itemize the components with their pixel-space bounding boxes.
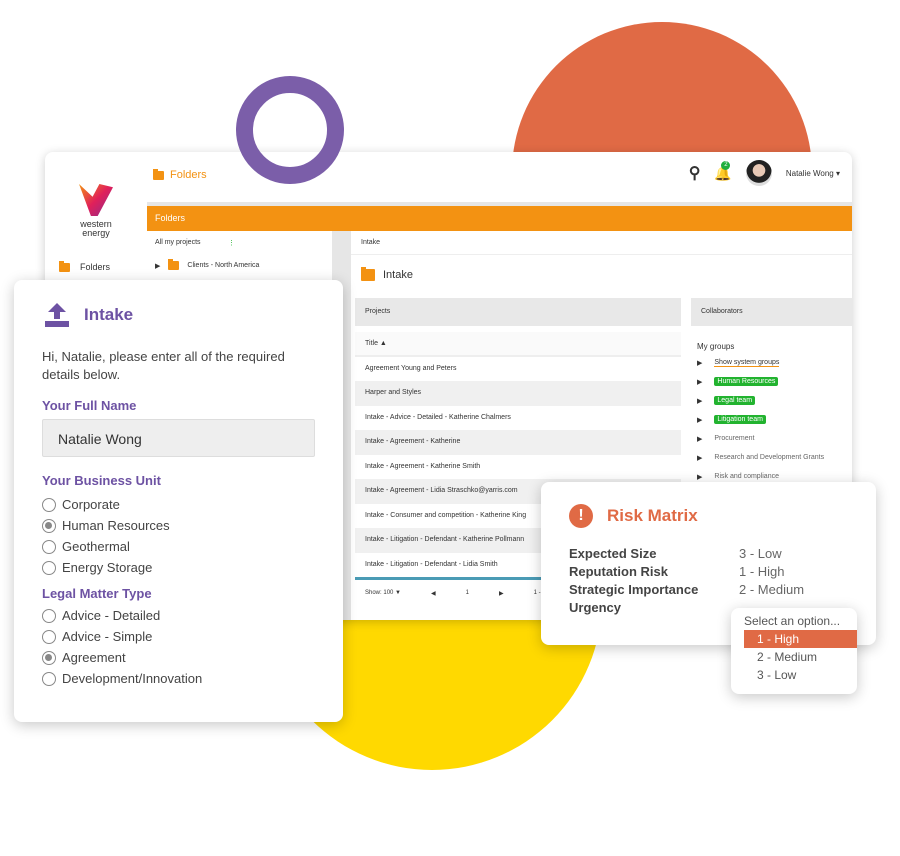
dropdown-option[interactable]: 1 - High	[744, 630, 857, 648]
radio-button[interactable]	[42, 650, 56, 665]
group-item[interactable]: ▶ Procurement	[697, 429, 852, 448]
intake-form-card: Intake Hi, Natalie, please enter all of …	[14, 280, 343, 722]
table-row[interactable]: Agreement Young and Peters	[355, 357, 681, 382]
risk-row: Strategic Importance 2 - Medium	[569, 582, 848, 600]
prev-page-button[interactable]: ◀	[431, 590, 436, 597]
radio-option[interactable]: Corporate	[42, 494, 315, 515]
expand-arrow-icon[interactable]: ▶	[697, 416, 702, 424]
group-item[interactable]: ▶ Legal team	[697, 391, 852, 410]
intake-title: Intake	[84, 305, 134, 324]
show-system-groups[interactable]: ▶ Show system groups	[697, 353, 852, 372]
group-label: Legal team	[714, 396, 756, 405]
collaborators-panel: Collaborators My groups ▶ Show system gro…	[691, 298, 852, 488]
group-label: Litigation team	[714, 415, 766, 424]
expand-arrow-icon[interactable]: ▶	[697, 435, 702, 443]
tree-title[interactable]: All my projects	[155, 239, 201, 247]
radio-label: Corporate	[62, 497, 120, 512]
top-bar: Folders ⚲ 🔔 2 Natalie Wong ▾	[45, 152, 852, 198]
dropdown-option[interactable]: 2 - Medium	[744, 648, 857, 666]
avatar[interactable]	[745, 160, 772, 186]
risk-value[interactable]: 1 - High	[739, 564, 785, 582]
sidebar-item-folders[interactable]: Folders	[59, 260, 110, 272]
expand-arrow-icon[interactable]: ▶	[697, 454, 702, 462]
radio-button[interactable]	[42, 671, 56, 686]
group-label: Risk and compliance	[714, 473, 779, 480]
group-item[interactable]: ▶ Litigation team	[697, 410, 852, 429]
group-item[interactable]: ▶ Human Resources	[697, 372, 852, 391]
upload-icon	[45, 303, 69, 327]
radio-label: Energy Storage	[62, 560, 153, 575]
user-menu[interactable]: Natalie Wong ▾	[786, 169, 840, 178]
radio-button[interactable]	[42, 497, 56, 512]
radio-label: Advice - Simple	[62, 629, 153, 644]
risk-title: Risk Matrix	[607, 506, 698, 525]
radio-label: Geothermal	[62, 539, 130, 554]
radio-option[interactable]: Development/Innovation	[42, 668, 315, 689]
page-size-select[interactable]: Show: 100 ▼	[365, 590, 401, 597]
expand-arrow-icon[interactable]: ▶	[697, 397, 702, 405]
title-column-header[interactable]: Title ▲	[355, 332, 681, 357]
table-row[interactable]: Harper and Styles	[355, 381, 681, 406]
radio-label: Agreement	[62, 650, 126, 665]
radio-option[interactable]: Human Resources	[42, 515, 315, 536]
radio-button[interactable]	[42, 518, 56, 533]
radio-option[interactable]: Agreement	[42, 647, 315, 668]
radio-option[interactable]: Advice - Simple	[42, 626, 315, 647]
radio-button[interactable]	[42, 560, 56, 575]
radio-option[interactable]: Energy Storage	[42, 557, 315, 578]
table-row[interactable]: Intake - Agreement - Katherine	[355, 430, 681, 455]
radio-label: Human Resources	[62, 518, 170, 533]
alert-icon: !	[569, 504, 593, 528]
folder-icon	[153, 168, 164, 180]
breadcrumb[interactable]: Folders	[170, 169, 207, 181]
risk-row: Expected Size 3 - Low	[569, 546, 848, 564]
risk-label: Urgency	[569, 600, 622, 615]
risk-label: Expected Size	[569, 546, 657, 561]
risk-dropdown[interactable]: Select an option... 1 - High 2 - Medium 3 …	[731, 608, 857, 694]
group-label: Procurement	[714, 435, 755, 442]
expand-arrow-icon[interactable]: ▶	[697, 473, 702, 481]
risk-value[interactable]: 2 - Medium	[739, 582, 804, 600]
group-label: Human Resources	[714, 377, 779, 386]
radio-option[interactable]: Advice - Detailed	[42, 605, 315, 626]
intro-text: Hi, Natalie, please enter all of the req…	[42, 349, 285, 382]
main-title: Intake	[383, 269, 413, 281]
notification-badge: 2	[721, 160, 731, 170]
group-label: Research and Development Grants	[714, 454, 825, 461]
radio-button[interactable]	[42, 539, 56, 554]
radio-button[interactable]	[42, 629, 56, 644]
more-icon[interactable]: ⋮	[228, 239, 235, 247]
radio-option[interactable]: Geothermal	[42, 536, 315, 557]
full-name-input[interactable]: Natalie Wong	[42, 419, 315, 457]
dropdown-placeholder[interactable]: Select an option...	[731, 612, 857, 630]
risk-label: Reputation Risk	[569, 564, 668, 579]
next-page-button[interactable]: ▶	[499, 590, 504, 597]
table-row[interactable]: Intake - Agreement - Katherine Smith	[355, 455, 681, 480]
risk-row: Reputation Risk 1 - High	[569, 564, 848, 582]
radio-label: Advice - Detailed	[62, 608, 161, 623]
search-icon[interactable]: ⚲	[689, 163, 701, 183]
radio-label: Development/Innovation	[62, 671, 203, 686]
folders-bar: Folders	[147, 206, 852, 231]
group-item[interactable]: ▶ Research and Development Grants	[697, 448, 852, 467]
risk-label: Strategic Importance	[569, 582, 699, 597]
page-number[interactable]: 1	[466, 590, 469, 597]
notification-bell-icon[interactable]: 🔔 2	[714, 160, 732, 182]
expand-arrow-icon[interactable]: ▶	[697, 378, 702, 386]
decor-purple-ring	[236, 76, 344, 184]
table-row[interactable]: Intake - Advice - Detailed - Katherine C…	[355, 406, 681, 431]
radio-button[interactable]	[42, 608, 56, 623]
main-breadcrumb[interactable]: Intake	[351, 231, 852, 255]
risk-value[interactable]: 3 - Low	[739, 546, 782, 564]
tree-item[interactable]: ▶ Clients - North America	[155, 259, 324, 270]
dropdown-option[interactable]: 3 - Low	[744, 666, 857, 684]
